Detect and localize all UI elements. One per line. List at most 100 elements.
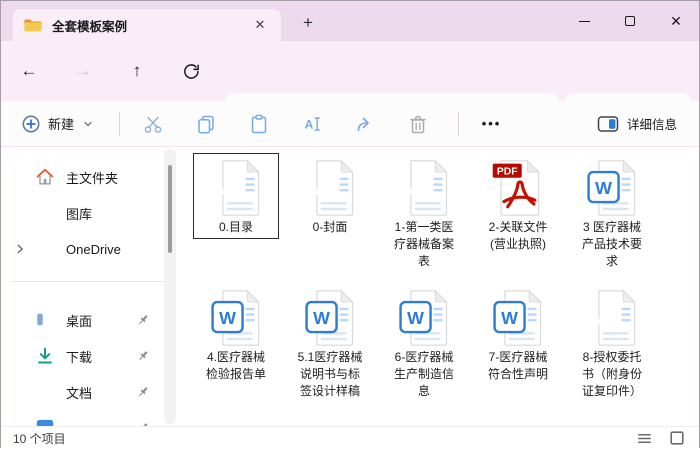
sidebar-divider <box>11 281 174 282</box>
navigation-bar: ← → ↑ … 全套模板案例 在 全套模 <box>1 41 699 101</box>
content-area: 主文件夹 图库 OneDrive 桌面 下载 文档 <box>1 147 699 426</box>
file-name: 2-关联文件(营业执照) <box>485 219 551 253</box>
file-name: 0-封面 <box>297 219 363 236</box>
rename-icon <box>302 114 322 134</box>
file-tile[interactable]: 0.目录 <box>193 153 279 239</box>
sidebar: 主文件夹 图库 OneDrive 桌面 下载 文档 <box>1 147 186 426</box>
title-bar: 全套模板案例 ✕ + ✕ <box>1 1 699 41</box>
sidebar-item-label: 文档 <box>66 383 92 402</box>
more-icon: ••• <box>482 116 502 131</box>
status-bar: 10 个项目 <box>1 426 699 449</box>
word-solid-file-icon <box>206 158 266 218</box>
word-outline-file-icon <box>582 158 642 218</box>
file-tile[interactable]: 4.医疗器械检验报告单 <box>193 283 279 386</box>
file-name: 6-医疗器械生产制造信息 <box>391 349 457 400</box>
close-tab-icon[interactable]: ✕ <box>249 14 271 36</box>
file-item[interactable]: 5.1医疗器械说明书与标签设计样稿 <box>283 283 377 413</box>
file-item[interactable]: 0-封面 <box>283 153 377 283</box>
file-item[interactable]: 3 医疗器械产品技术要求 <box>565 153 659 283</box>
details-view-button[interactable] <box>636 430 653 447</box>
cut-icon <box>143 114 163 134</box>
sidebar-item-desktop[interactable]: 桌面 <box>1 302 186 338</box>
sidebar-item-gallery[interactable]: 图库 <box>1 195 186 231</box>
word-outline-file-icon <box>394 288 454 348</box>
new-button-label: 新建 <box>48 114 74 133</box>
refresh-icon <box>182 62 201 81</box>
download-icon <box>35 346 55 366</box>
close-button[interactable]: ✕ <box>653 1 699 41</box>
back-button[interactable]: ← <box>9 53 49 89</box>
toolbar-divider <box>119 112 120 136</box>
scrollbar-thumb[interactable] <box>168 165 172 253</box>
onedrive-icon <box>35 239 55 259</box>
window-controls: ✕ <box>561 1 699 41</box>
file-tile[interactable]: 0-封面 <box>287 153 373 239</box>
file-item[interactable]: 7-医疗器械符合性声明 <box>471 283 565 413</box>
back-icon: ← <box>21 61 38 81</box>
minimize-button[interactable] <box>561 1 607 41</box>
paste-button[interactable] <box>232 105 285 143</box>
file-tile[interactable]: 3 医疗器械产品技术要求 <box>569 153 655 273</box>
new-tab-button[interactable]: + <box>293 10 323 36</box>
plus-circle-icon <box>21 114 41 134</box>
copy-icon <box>196 114 216 134</box>
sidebar-item-pictures[interactable] <box>1 410 186 426</box>
file-grid: 0.目录 0-封面 1-第一类医疗器械备案表 2-关联文件(营业执照) 3 医疗… <box>189 153 659 413</box>
refresh-button[interactable] <box>171 53 211 89</box>
explorer-tab[interactable]: 全套模板案例 ✕ <box>13 9 281 41</box>
word-solid-file-icon <box>582 288 642 348</box>
desktop-icon <box>35 310 55 330</box>
copy-button[interactable] <box>179 105 232 143</box>
share-button[interactable] <box>338 105 391 143</box>
gallery-icon <box>35 203 55 223</box>
file-tile[interactable]: 7-医疗器械符合性声明 <box>475 283 561 386</box>
sidebar-item-label: 图库 <box>66 204 92 223</box>
forward-button[interactable]: → <box>63 53 103 89</box>
delete-button[interactable] <box>391 105 444 143</box>
details-button[interactable]: 详细信息 <box>587 107 687 141</box>
file-item[interactable]: 6-医疗器械生产制造信息 <box>377 283 471 413</box>
pin-icon <box>136 349 150 363</box>
file-tile[interactable]: 5.1医疗器械说明书与标签设计样稿 <box>287 283 373 403</box>
file-name: 1-第一类医疗器械备案表 <box>391 219 457 270</box>
pin-icon <box>136 385 150 399</box>
up-icon: ↑ <box>133 61 142 81</box>
chevron-down-icon <box>81 117 95 131</box>
rename-button[interactable] <box>285 105 338 143</box>
item-count: 10 个项目 <box>13 430 66 447</box>
sidebar-item-documents[interactable]: 文档 <box>1 374 186 410</box>
sidebar-item-home[interactable]: 主文件夹 <box>1 159 186 195</box>
file-name: 0.目录 <box>203 219 269 236</box>
file-tile[interactable]: 8-授权委托书（附身份证复印件） <box>569 283 655 403</box>
more-options-button[interactable]: ••• <box>465 105 518 143</box>
up-button[interactable]: ↑ <box>117 53 157 89</box>
sidebar-item-label: OneDrive <box>66 242 121 257</box>
file-item[interactable]: 8-授权委托书（附身份证复印件） <box>565 283 659 413</box>
paste-icon <box>249 114 269 134</box>
pictures-icon <box>35 418 55 426</box>
expand-chevron-icon[interactable] <box>13 242 27 256</box>
file-item[interactable]: 2-关联文件(营业执照) <box>471 153 565 283</box>
sidebar-list: 主文件夹 图库 OneDrive 桌面 下载 文档 <box>1 159 186 426</box>
folder-icon <box>23 15 43 35</box>
file-name: 4.医疗器械检验报告单 <box>203 349 269 383</box>
word-outline-file-icon <box>300 288 360 348</box>
file-item[interactable]: 0.目录 <box>189 153 283 283</box>
sidebar-scrollbar[interactable] <box>164 149 176 424</box>
tab-title: 全套模板案例 <box>52 16 249 35</box>
file-tile[interactable]: 6-医疗器械生产制造信息 <box>381 283 467 403</box>
maximize-button[interactable] <box>607 1 653 41</box>
large-icons-view-button[interactable] <box>669 430 685 446</box>
cut-button[interactable] <box>126 105 179 143</box>
maximize-icon <box>625 16 635 26</box>
file-tile[interactable]: 1-第一类医疗器械备案表 <box>381 153 467 273</box>
new-button[interactable]: 新建 <box>11 108 105 140</box>
sidebar-item-onedrive[interactable]: OneDrive <box>1 231 186 267</box>
word-solid-file-icon <box>300 158 360 218</box>
word-solid-file-icon <box>394 158 454 218</box>
file-item[interactable]: 4.医疗器械检验报告单 <box>189 283 283 413</box>
sidebar-item-downloads[interactable]: 下载 <box>1 338 186 374</box>
toolbar-divider <box>458 112 459 136</box>
file-item[interactable]: 1-第一类医疗器械备案表 <box>377 153 471 283</box>
file-tile[interactable]: 2-关联文件(营业执照) <box>475 153 561 256</box>
